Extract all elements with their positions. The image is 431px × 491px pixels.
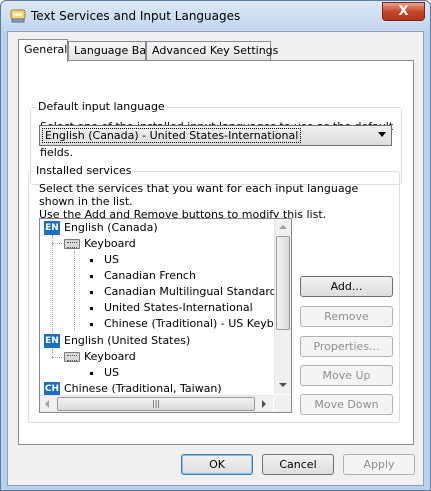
dropdown-arrow-icon — [378, 132, 386, 137]
bullet-icon — [90, 291, 93, 294]
horizontal-scroll-thumb[interactable]: ||| — [57, 397, 255, 411]
bullet-icon — [90, 307, 93, 310]
tree-guide — [74, 251, 75, 331]
bullet-icon — [90, 259, 93, 262]
bullet-icon — [90, 275, 93, 278]
title-bar[interactable]: Text Services and Input Languages X — [1, 1, 430, 31]
cancel-button[interactable]: Cancel — [262, 454, 334, 475]
ok-button[interactable]: OK — [181, 454, 253, 475]
thumb-grip-icon: ||| — [152, 399, 161, 408]
default-language-dropdown[interactable]: English (Canada) - United States-Interna… — [39, 125, 392, 146]
tree-guide — [52, 235, 53, 341]
close-icon: X — [398, 4, 409, 19]
tree-item-label: US — [104, 366, 120, 379]
tree-horizontal-scrollbar[interactable]: ||| — [40, 395, 273, 412]
tree-item-label: English (United States) — [64, 334, 191, 347]
tree-item-label: Canadian French — [104, 269, 196, 282]
installed-services-description: Select the services that you want for ea… — [39, 182, 397, 221]
move-down-button-label: Move Down — [314, 398, 379, 411]
installed-services-legend: Installed services — [34, 164, 134, 177]
tree-item-label: Keyboard — [84, 350, 136, 363]
language-badge-icon: EN — [44, 221, 60, 235]
tree-item-label: Chinese (Traditional) - US Keyboard — [104, 317, 292, 330]
remove-button-label: Remove — [324, 310, 369, 323]
properties-button-label: Properties... — [313, 340, 380, 353]
tab-language-bar[interactable]: Language Bar — [68, 41, 151, 61]
tree-item-label: Keyboard — [84, 237, 136, 250]
tree-guide — [52, 357, 62, 358]
tree-item-label: US — [104, 253, 120, 266]
vertical-scroll-thumb[interactable] — [276, 236, 290, 330]
tree-vertical-scrollbar[interactable] — [274, 219, 291, 394]
tab-language-bar-label: Language Bar — [74, 44, 151, 57]
scroll-down-arrow-icon[interactable] — [279, 383, 287, 387]
tree-item-label: United States-International — [104, 301, 253, 314]
close-button[interactable]: X — [382, 2, 425, 21]
services-tree[interactable]: EN English (Canada) Keyboard US Canadian… — [39, 218, 292, 413]
tab-general[interactable]: General — [18, 39, 68, 62]
scroll-left-arrow-icon[interactable] — [45, 400, 49, 408]
remove-button[interactable]: Remove — [300, 306, 393, 327]
move-up-button-label: Move Up — [322, 369, 371, 382]
tree-item-label: Canadian Multilingual Standard — [104, 285, 277, 298]
default-language-legend: Default input language — [36, 100, 167, 113]
default-language-description-line2: fields. — [40, 146, 73, 159]
window-title: Text Services and Input Languages — [31, 9, 241, 23]
tab-advanced-key-settings[interactable]: Advanced Key Settings — [146, 41, 278, 61]
tree-guide — [52, 243, 62, 244]
properties-button[interactable]: Properties... — [300, 336, 393, 357]
move-up-button[interactable]: Move Up — [300, 365, 393, 386]
add-button-label: Add... — [330, 280, 363, 293]
language-badge-icon: CH — [44, 382, 60, 396]
cancel-button-label: Cancel — [279, 458, 317, 471]
scroll-corner — [274, 395, 291, 412]
scroll-up-arrow-icon[interactable] — [279, 225, 287, 229]
default-language-selected: English (Canada) - United States-Interna… — [42, 128, 302, 143]
scroll-right-arrow-icon[interactable] — [262, 400, 266, 408]
bullet-icon — [90, 372, 93, 375]
tree-item-label: English (Canada) — [64, 221, 158, 234]
apply-button-label: Apply — [363, 458, 395, 471]
bullet-icon — [90, 323, 93, 326]
keyboard-icon — [64, 352, 80, 362]
ok-button-label: OK — [209, 458, 225, 471]
move-down-button[interactable]: Move Down — [300, 394, 393, 415]
installed-services-description-line1: Select the services that you want for ea… — [39, 182, 359, 208]
keyboard-app-icon — [10, 9, 26, 23]
tab-general-label: General — [24, 43, 68, 56]
language-badge-icon: EN — [44, 334, 60, 348]
keyboard-icon — [64, 239, 80, 249]
add-button[interactable]: Add... — [300, 276, 393, 297]
apply-button[interactable]: Apply — [343, 454, 415, 475]
tab-advanced-key-settings-label: Advanced Key Settings — [152, 44, 279, 57]
